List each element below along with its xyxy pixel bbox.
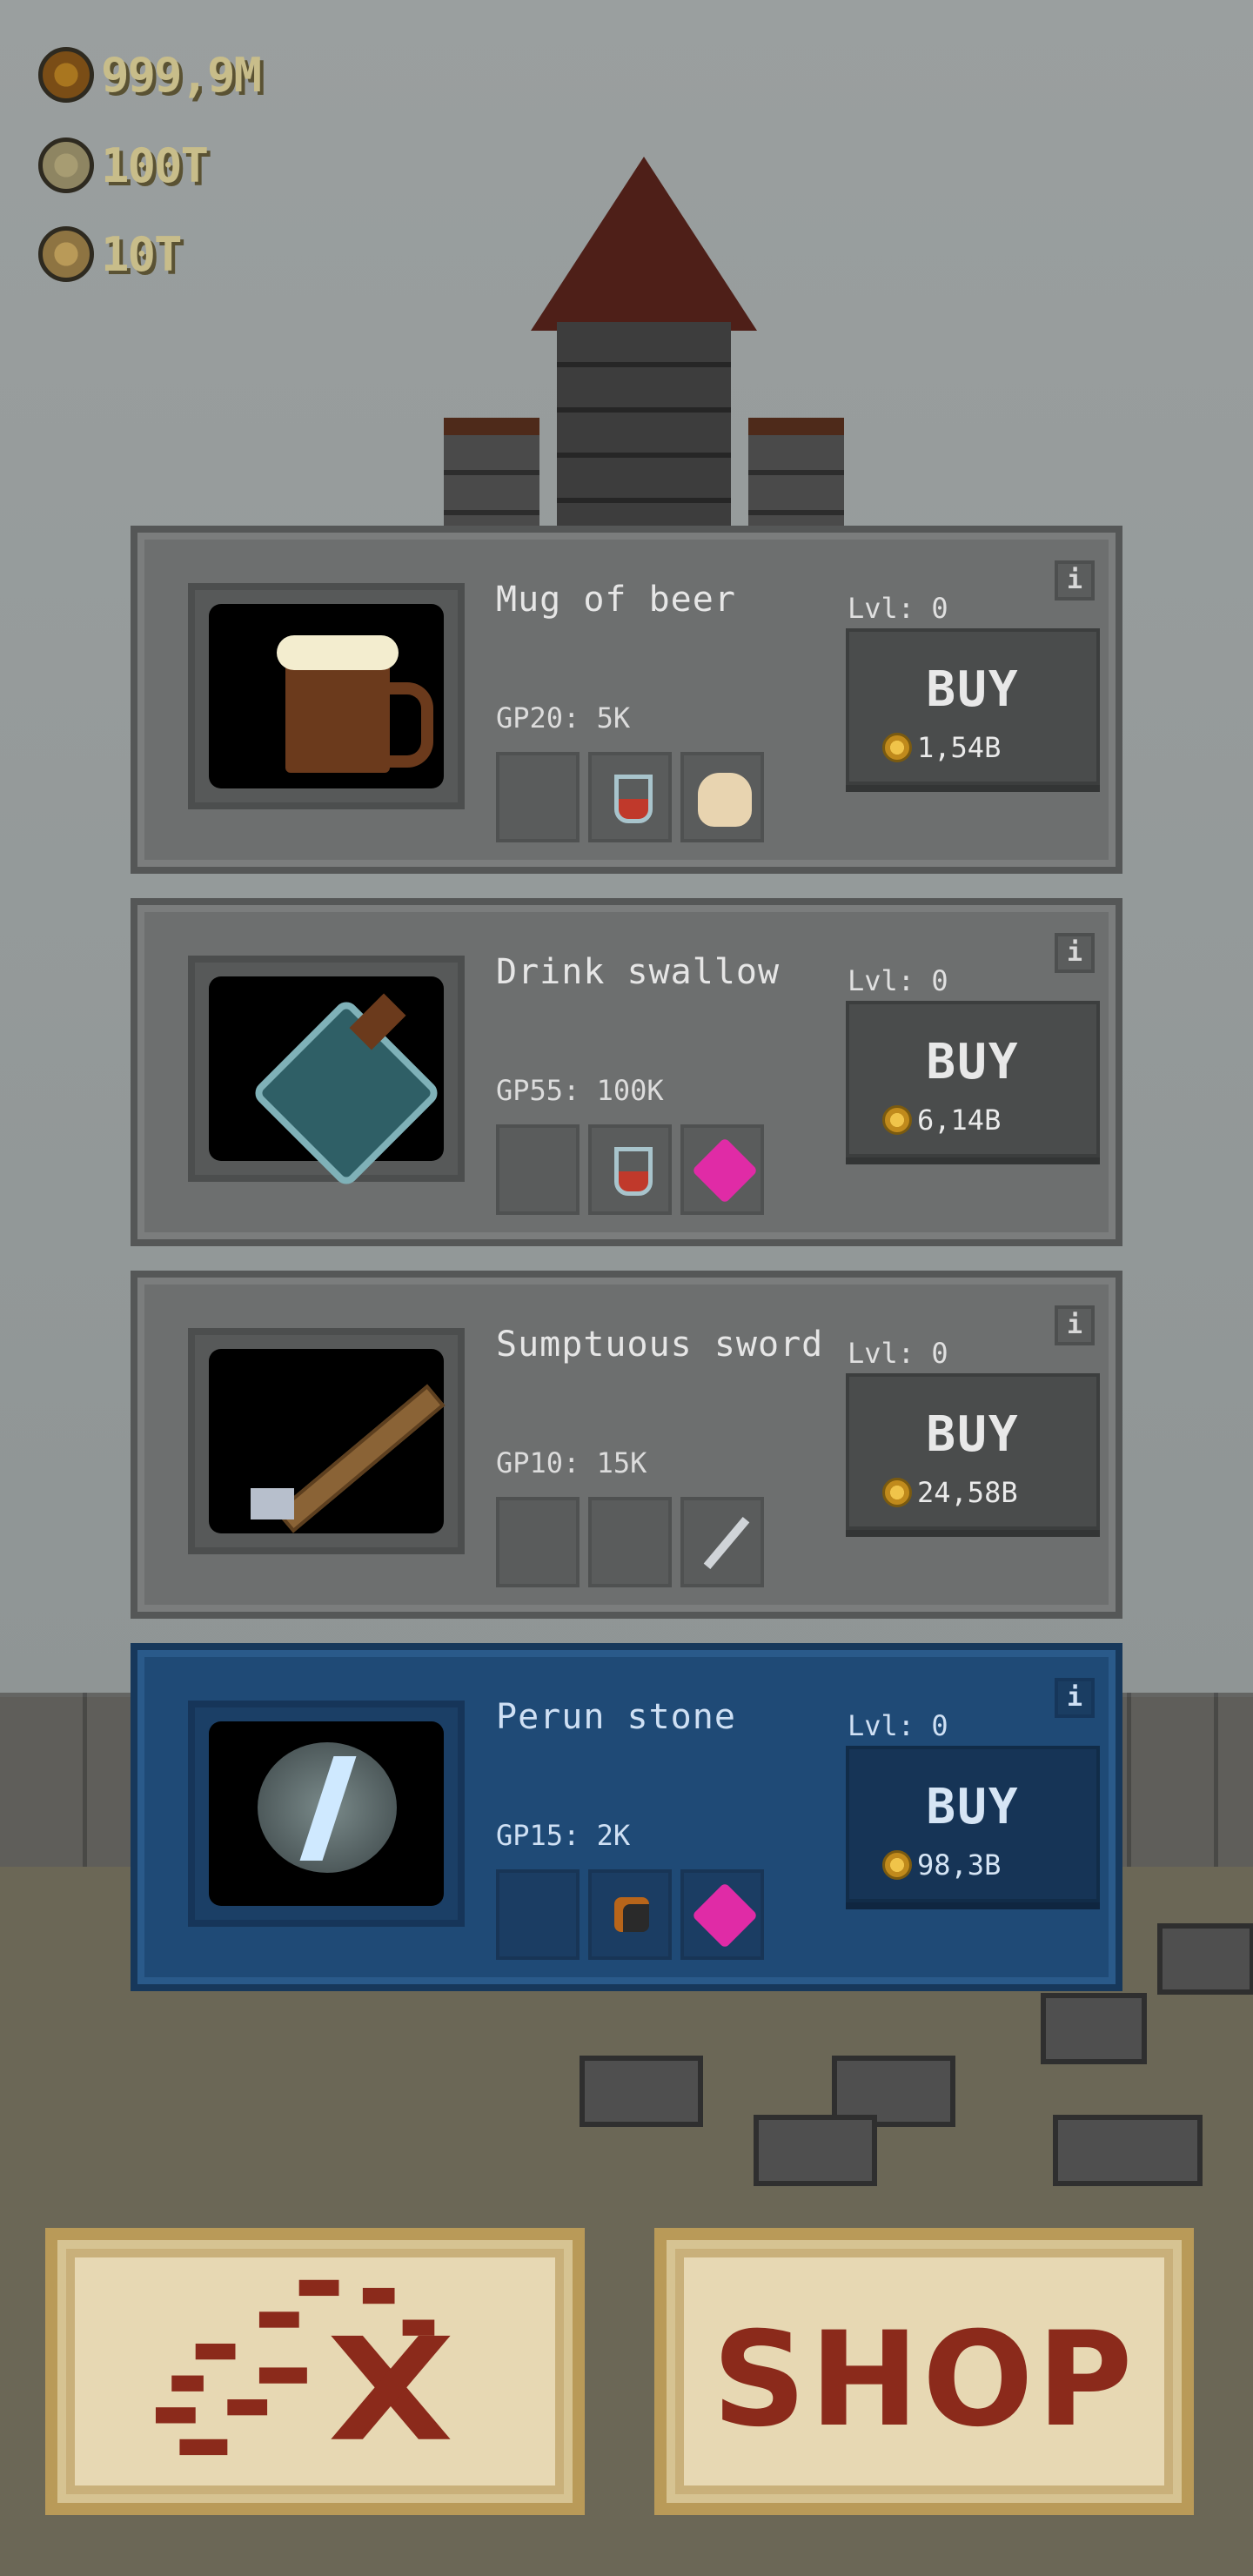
paving-stone	[1157, 1923, 1253, 1995]
beer-foam	[277, 635, 399, 670]
ingredient-slot	[588, 1869, 672, 1960]
item-gp: GP20: 5K	[496, 701, 631, 735]
ingredient-slot	[680, 1869, 764, 1960]
ingredient-slot	[680, 1124, 764, 1215]
item-name: Sumptuous sword	[496, 1325, 824, 1365]
coin-icon	[882, 733, 912, 762]
price-value: 6,14B	[917, 1104, 1002, 1137]
currency-gold: 999,9M	[38, 40, 262, 110]
item-level: Lvl: 0	[848, 964, 948, 997]
ingredient-slot	[496, 752, 580, 842]
info-icon[interactable]: i	[1055, 560, 1095, 600]
info-icon[interactable]: i	[1055, 1305, 1095, 1345]
currency-silver-value: 100T	[101, 138, 209, 193]
buy-button[interactable]: BUY 1,54B	[846, 628, 1100, 785]
ingredient-slot	[680, 1497, 764, 1587]
buy-button[interactable]: BUY 98,3B	[846, 1746, 1100, 1902]
item-gp: GP10: 15K	[496, 1446, 647, 1479]
item-portrait	[188, 1328, 465, 1554]
item-portrait	[188, 956, 465, 1190]
item-name: Perun stone	[496, 1697, 736, 1737]
potion-bottle-icon	[250, 996, 443, 1190]
item-name: Drink swallow	[496, 952, 781, 992]
item-gp: GP15: 2K	[496, 1819, 631, 1852]
bronze-skull-coin-icon	[38, 226, 94, 282]
buy-label: BUY	[926, 1034, 1020, 1090]
item-gp: GP55: 100K	[496, 1074, 664, 1107]
price: 1,54B	[882, 731, 1001, 764]
price: 98,3B	[882, 1848, 1001, 1882]
ingredient-slot	[496, 1497, 580, 1587]
item-level: Lvl: 0	[848, 592, 948, 625]
coin-icon	[882, 1850, 912, 1880]
currency-gold-value: 999,9M	[101, 47, 262, 103]
sword-guard	[251, 1488, 294, 1519]
coin-icon	[882, 1105, 912, 1135]
buy-button[interactable]: BUY 24,58B	[846, 1373, 1100, 1530]
info-icon[interactable]: i	[1055, 1678, 1095, 1718]
paving-stone	[580, 2056, 703, 2127]
sword-icon	[275, 1384, 446, 1533]
silver-gear-coin-icon	[38, 138, 94, 193]
item-card-perun-stone[interactable]: Perun stone GP15: 2K Lvl: 0 i BUY 98,3B	[131, 1643, 1122, 1991]
castle-tower	[435, 157, 853, 548]
shop-button[interactable]: SHOP	[654, 2228, 1194, 2515]
price-value: 1,54B	[917, 731, 1002, 764]
shop-label: SHOP	[712, 2304, 1136, 2456]
item-level: Lvl: 0	[848, 1337, 948, 1370]
buy-label: BUY	[926, 1406, 1020, 1463]
paving-stone	[1053, 2115, 1203, 2186]
currency-silver: 100T	[38, 131, 209, 200]
skull-icon	[698, 773, 752, 827]
price: 6,14B	[882, 1104, 1001, 1137]
ore-icon	[614, 1897, 649, 1932]
ingredient-slot	[496, 1869, 580, 1960]
item-name: Mug of beer	[496, 580, 736, 620]
potion-flask-icon	[614, 775, 653, 823]
currency-bronze-value: 10T	[101, 226, 183, 282]
dagger-icon	[703, 1516, 750, 1570]
item-level: Lvl: 0	[848, 1709, 948, 1742]
ingredient-slot	[588, 1497, 672, 1587]
map-button[interactable]	[45, 2228, 585, 2515]
price-value: 24,58B	[917, 1476, 1018, 1509]
buy-button[interactable]: BUY 6,14B	[846, 1001, 1100, 1157]
buy-label: BUY	[926, 661, 1020, 718]
item-card-drink-swallow[interactable]: Drink swallow GP55: 100K Lvl: 0 i BUY 6,…	[131, 898, 1122, 1246]
price: 24,58B	[882, 1476, 1018, 1509]
treasure-map-icon	[155, 2279, 451, 2456]
mug-handle	[381, 682, 433, 768]
paving-stone	[754, 2115, 877, 2186]
buy-label: BUY	[926, 1779, 1020, 1835]
ingredient-slot	[680, 752, 764, 842]
tower-body	[557, 322, 731, 531]
price-value: 98,3B	[917, 1848, 1002, 1882]
potion-flask-icon	[614, 1147, 653, 1196]
item-portrait	[188, 1701, 465, 1927]
tower-roof	[531, 157, 757, 331]
coin-icon	[882, 1478, 912, 1507]
ingredient-slot	[588, 1124, 672, 1215]
ingredient-slot	[496, 1124, 580, 1215]
info-icon[interactable]: i	[1055, 933, 1095, 973]
magic-burst-icon	[691, 1137, 759, 1204]
ingredient-slot	[588, 752, 672, 842]
currency-bronze: 10T	[38, 219, 183, 289]
magic-burst-icon	[691, 1882, 759, 1949]
item-card-mug-of-beer[interactable]: Mug of beer GP20: 5K Lvl: 0 i BUY 1,54B	[131, 526, 1122, 874]
item-card-sumptuous-sword[interactable]: Sumptuous sword GP10: 15K Lvl: 0 i BUY 2…	[131, 1271, 1122, 1619]
gold-coin-icon	[38, 47, 94, 103]
paving-stone	[1041, 1993, 1147, 2064]
item-portrait	[188, 583, 465, 809]
